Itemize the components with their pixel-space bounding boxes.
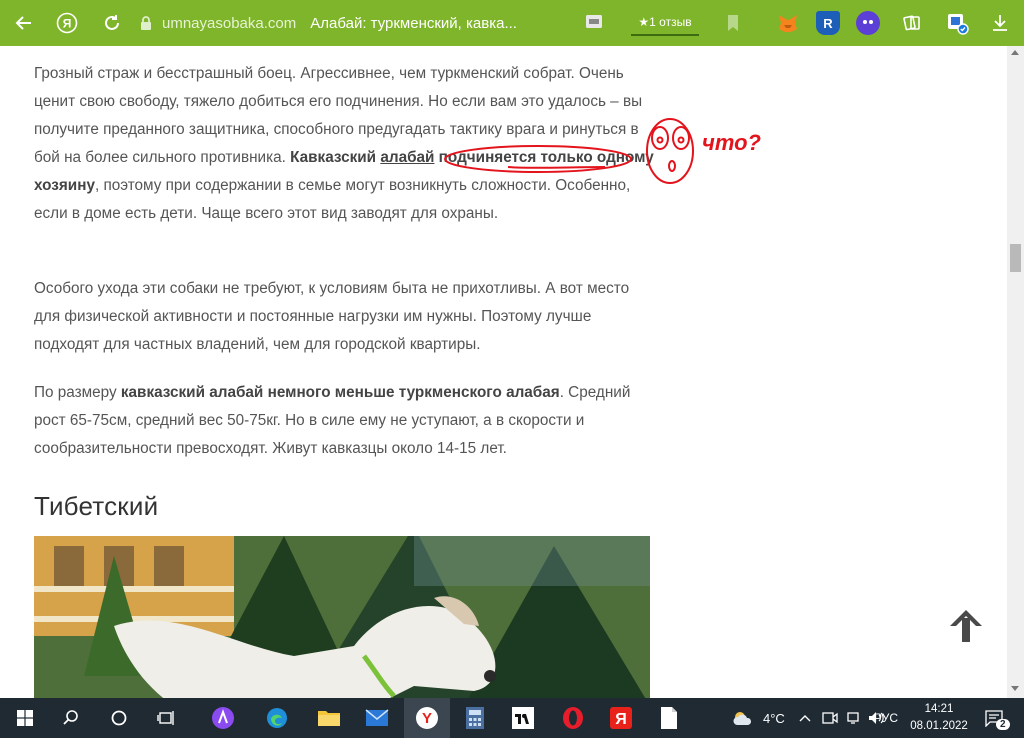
notifications-button[interactable]: 2 (984, 698, 1018, 738)
document-icon (661, 707, 677, 729)
chevron-up-icon[interactable] (798, 712, 812, 724)
mail-icon (365, 709, 389, 726)
taskbar-mail[interactable] (354, 698, 400, 738)
shield-extension[interactable]: R (816, 11, 840, 35)
svg-text:Я: Я (615, 711, 627, 728)
clock-date: 08.01.2022 (910, 720, 968, 732)
start-button[interactable] (2, 698, 48, 738)
yandex-button[interactable]: Я (52, 8, 82, 38)
address-domain: umnayasobaka.com (162, 14, 297, 32)
download-icon (993, 15, 1007, 31)
taskbar-yandex[interactable]: Я (598, 698, 644, 738)
clock-time: 14:21 (924, 703, 954, 715)
collections-icon (903, 15, 920, 31)
taskbar-tradingview[interactable] (500, 698, 546, 738)
weather-widget[interactable]: 4°C (732, 698, 785, 738)
dog-photo (34, 536, 650, 698)
language-indicator[interactable]: РУС (874, 698, 898, 738)
taskbar-edge[interactable] (254, 698, 300, 738)
shield-icon: R (823, 15, 833, 31)
metamask-extension[interactable] (776, 11, 800, 35)
search-button[interactable] (48, 698, 94, 738)
opera-icon (563, 707, 583, 729)
fox-icon (779, 15, 797, 32)
windows-taskbar: Y Я 4°C РУС 14:21 08.01.2022 2 (0, 698, 1024, 738)
bookmark-button[interactable] (718, 8, 748, 38)
alabai-link[interactable]: алабай (380, 149, 434, 166)
windows-logo-icon (17, 710, 33, 726)
face-icon (863, 20, 873, 24)
dog-image-illustration (34, 536, 650, 698)
back-button[interactable] (9, 8, 39, 38)
comments-button[interactable] (579, 8, 609, 38)
arrow-left-icon (15, 16, 31, 30)
yandex-browser-icon: Y (416, 707, 438, 729)
taskbar-opera[interactable] (550, 698, 596, 738)
annotation-question: что? (702, 130, 761, 155)
svg-text:Я: Я (63, 17, 72, 31)
bookmark-icon (728, 15, 738, 31)
tradingview-icon (512, 707, 534, 729)
paragraph-care: Особого ухода эти собаки не требуют, к у… (34, 280, 630, 353)
lock-icon (141, 16, 151, 30)
taskbar-calculator[interactable] (452, 698, 498, 738)
reviews-badge[interactable]: ★1 отзыв (631, 10, 699, 36)
cloud-icon (733, 712, 752, 725)
meet-now-icon[interactable] (822, 711, 838, 725)
page-content: Грозный страж и бесстрашный боец. Агресс… (0, 46, 1007, 698)
calculator-icon (466, 707, 484, 729)
browser-toolbar: Я umnayasobaka.com Алабай: туркменский, … (0, 0, 1024, 46)
svg-text:Y: Y (422, 710, 432, 727)
alice-icon (212, 707, 234, 729)
circle-icon (111, 710, 127, 726)
task-view-button[interactable] (144, 698, 190, 738)
tray-icons (798, 698, 886, 738)
downloads-button[interactable] (985, 8, 1015, 38)
task-view-icon (157, 711, 174, 725)
edge-icon (267, 708, 287, 728)
vertical-scrollbar[interactable] (1007, 46, 1024, 698)
taskbar-alice[interactable] (200, 698, 246, 738)
clock[interactable]: 14:21 08.01.2022 (900, 701, 978, 735)
paragraph-size: По размеру кавказский алабай немного мен… (34, 384, 631, 457)
reload-icon (105, 15, 119, 30)
search-icon (63, 710, 78, 725)
yandex-icon: Я (610, 707, 632, 729)
scroll-down-arrow-icon[interactable] (1011, 686, 1019, 691)
assistant-extension[interactable] (856, 11, 880, 35)
section-heading: Тибетский (34, 491, 159, 521)
folder-icon (318, 711, 340, 726)
profile-check-icon (948, 14, 969, 35)
comment-icon (586, 15, 602, 28)
address-bar[interactable]: umnayasobaka.com Алабай: туркменский, ка… (138, 10, 618, 36)
page-title: Алабай: туркменский, кавка... (310, 14, 517, 32)
scroll-up-arrow-icon[interactable] (1011, 50, 1019, 55)
arrow-up-icon (950, 610, 982, 642)
paragraph-temperament: Грозный страж и бесстрашный боец. Агресс… (34, 65, 654, 222)
yandex-logo-icon: Я (56, 12, 78, 34)
taskbar-yandex-browser[interactable]: Y (404, 698, 450, 738)
cortana-button[interactable] (96, 698, 142, 738)
weather-temperature: 4°C (763, 710, 785, 726)
profile-button[interactable] (942, 8, 972, 38)
reload-button[interactable] (97, 8, 127, 38)
collections-button[interactable] (897, 8, 927, 38)
taskbar-notepad[interactable] (646, 698, 692, 738)
scroll-to-top-button[interactable] (944, 604, 988, 648)
taskbar-explorer[interactable] (306, 698, 352, 738)
network-icon[interactable] (846, 711, 862, 725)
scrollbar-thumb[interactable] (1010, 244, 1021, 272)
notification-count: 2 (996, 718, 1010, 730)
